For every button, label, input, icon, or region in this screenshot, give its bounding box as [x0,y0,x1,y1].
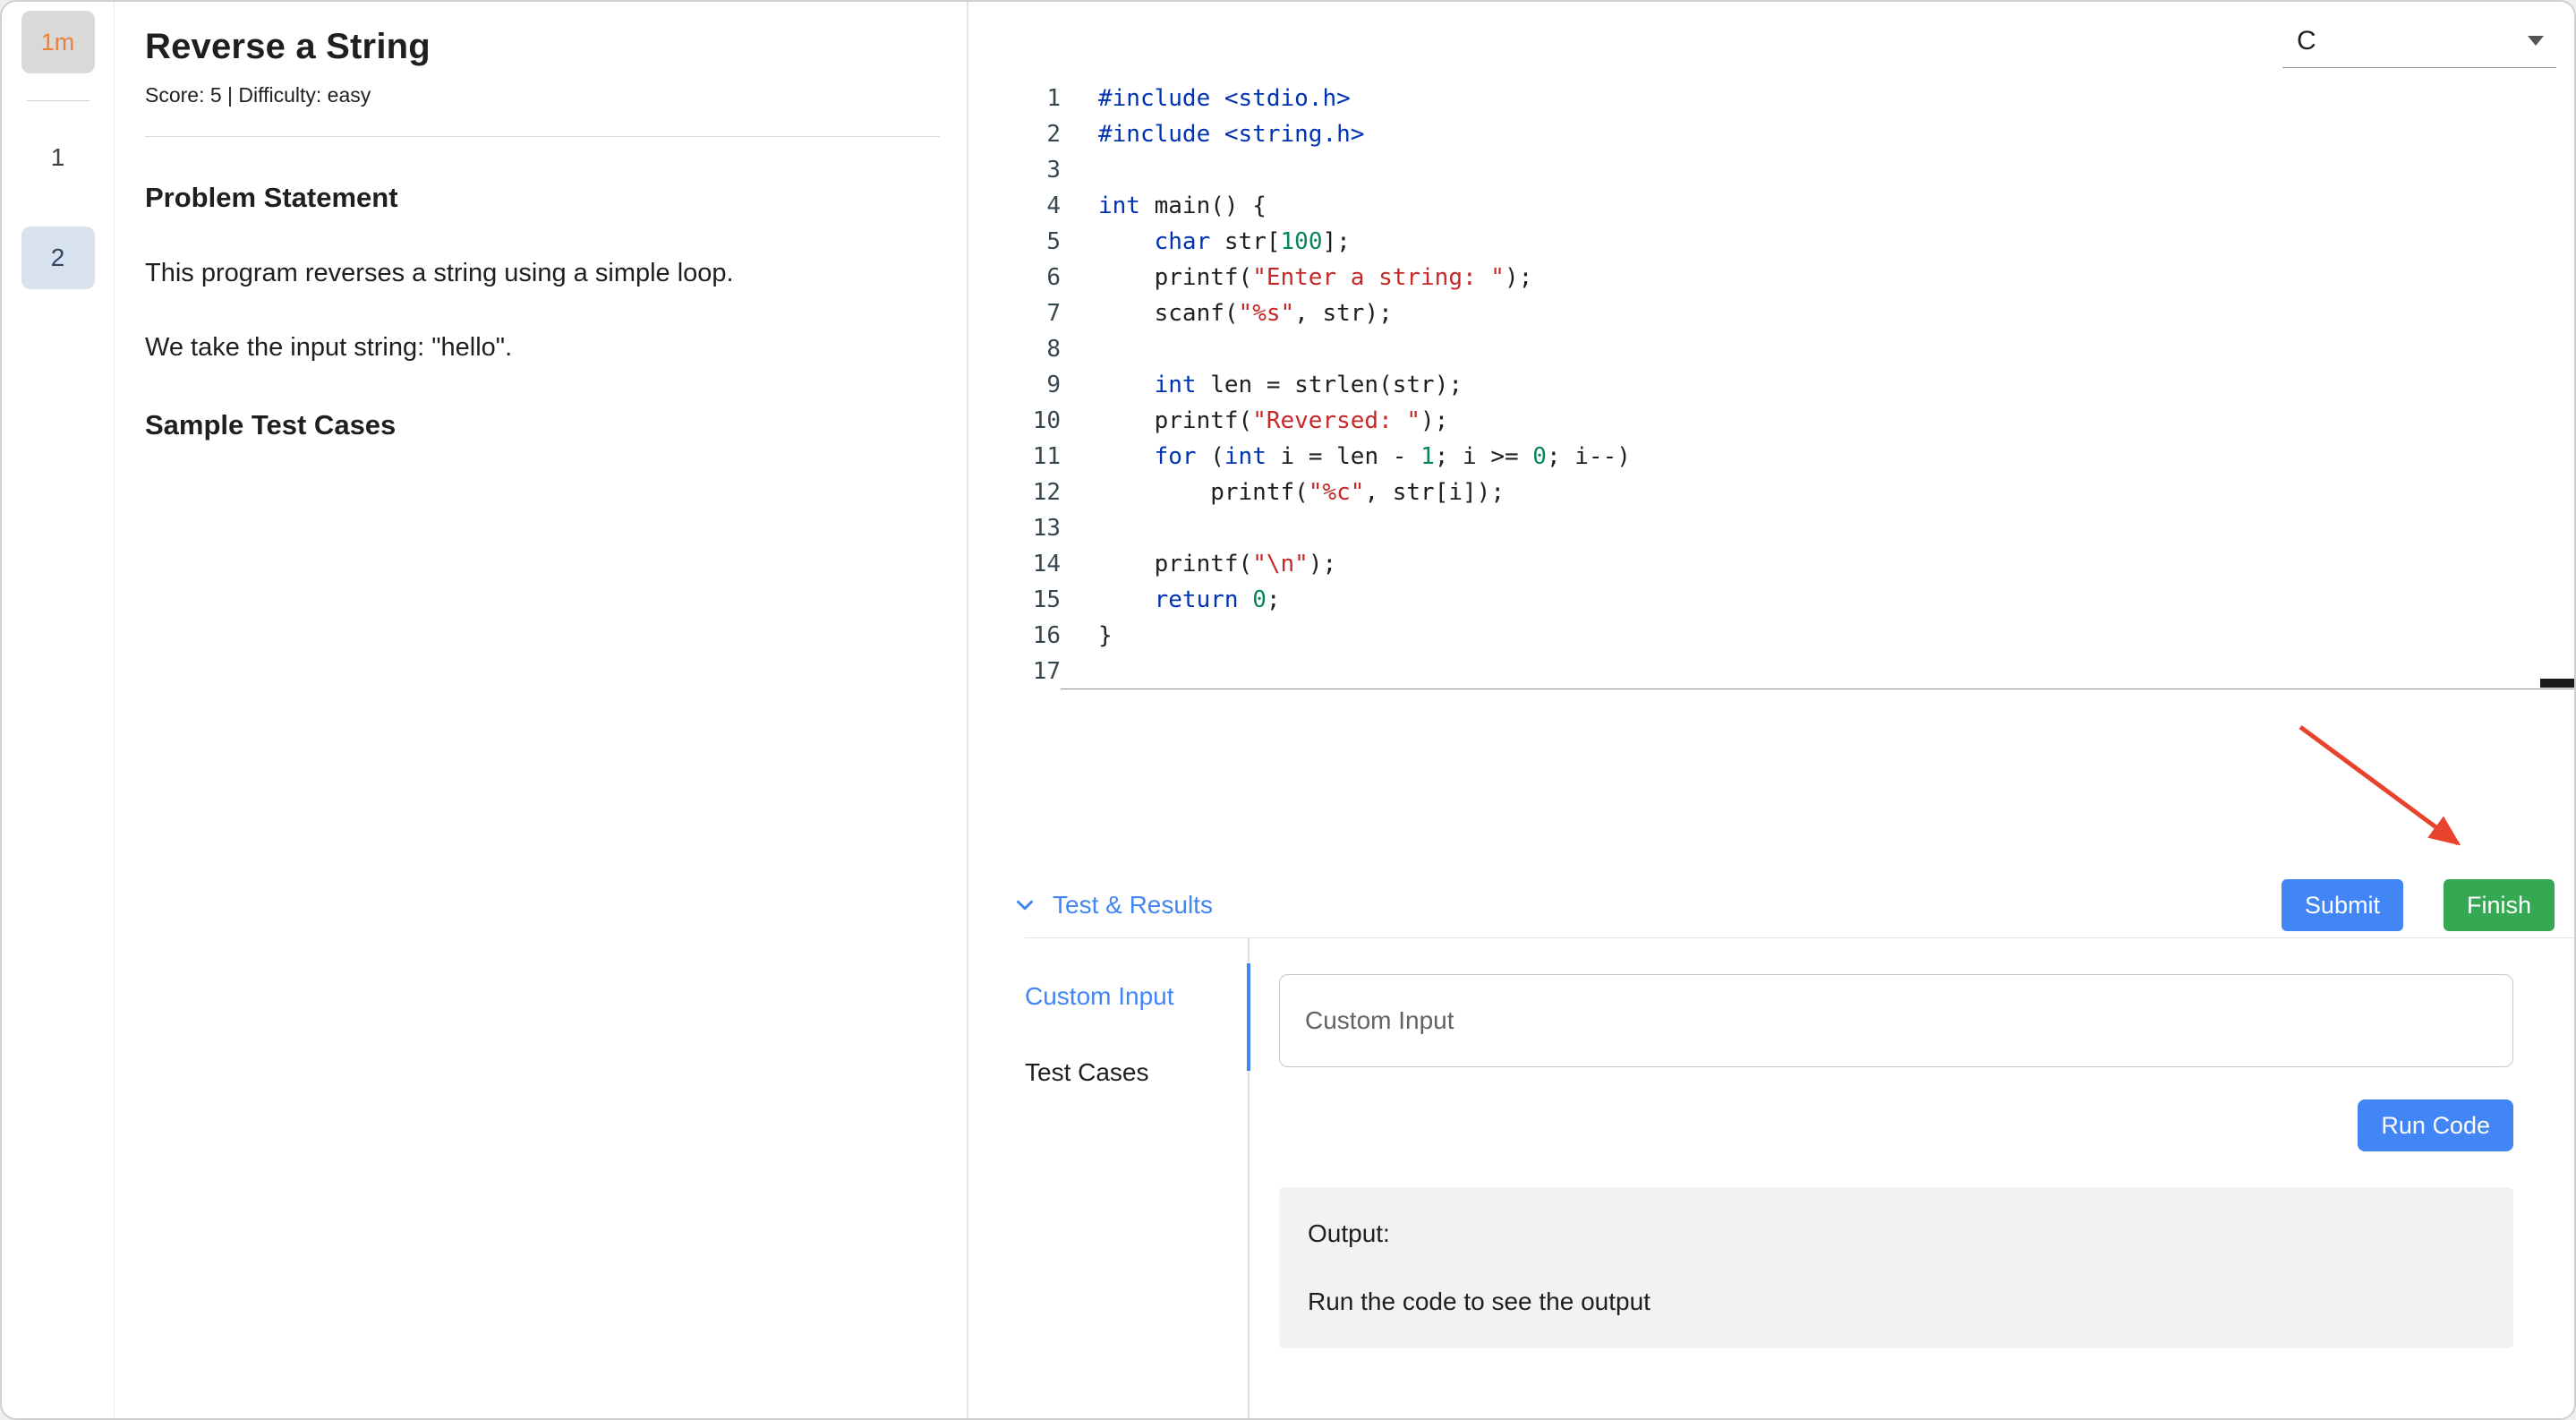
dropdown-caret-icon [2528,36,2544,46]
code-line[interactable]: 4int main() { [968,188,2574,224]
line-number: 12 [968,475,1061,510]
question-list: 12 [21,101,95,289]
code-line[interactable]: 10 printf("Reversed: "); [968,403,2574,439]
line-number: 17 [968,654,1061,689]
divider [145,136,940,137]
language-value: C [2297,26,2316,56]
code-line[interactable]: 5 char str[100]; [968,224,2574,260]
code-line[interactable]: 1#include <stdio.h> [968,81,2574,116]
line-number: 11 [968,439,1061,475]
submit-button[interactable]: Submit [2282,879,2403,931]
line-number: 1 [968,81,1061,116]
language-select[interactable]: C [2282,14,2556,68]
test-panel: Custom Input Test Cases Run Code Output: … [1025,937,2574,1418]
app-window: 1m 12 Reverse a String Score: 5 | Diffic… [0,0,2576,1420]
editor-panel: C 1#include <stdio.h>2#include <string.h… [968,2,2574,1418]
problem-paragraph-1: This program reverses a string using a s… [145,259,940,288]
finish-button[interactable]: Finish [2444,879,2555,931]
line-number: 13 [968,510,1061,546]
code-editor[interactable]: 1#include <stdio.h>2#include <string.h>3… [968,81,2574,689]
editor-toolbar: C [968,2,2574,81]
line-number: 15 [968,582,1061,618]
code-line[interactable]: 3 [968,152,2574,188]
code-line[interactable]: 17 [968,654,2574,689]
line-number: 10 [968,403,1061,439]
code-line[interactable]: 14 printf("\n"); [968,546,2574,582]
code-line[interactable]: 9 int len = strlen(str); [968,367,2574,403]
line-number: 4 [968,188,1061,224]
line-number: 5 [968,224,1061,260]
code-line[interactable]: 6 printf("Enter a string: "); [968,260,2574,295]
test-content: Run Code Output: Run the code to see the… [1250,938,2574,1418]
output-text: Run the code to see the output [1308,1287,2485,1316]
code-lines: 1#include <stdio.h>2#include <string.h>3… [968,81,2574,689]
line-number: 2 [968,116,1061,152]
line-number: 6 [968,260,1061,295]
timer-badge: 1m [21,11,95,73]
page-title: Reverse a String [145,27,940,67]
code-line[interactable]: 7 scanf("%s", str); [968,295,2574,331]
code-line[interactable]: 13 [968,510,2574,546]
question-rail: 1m 12 [2,2,115,1418]
custom-input-field[interactable] [1279,974,2513,1067]
code-line[interactable]: 12 printf("%c", str[i]); [968,475,2574,510]
output-label: Output: [1308,1219,2485,1248]
tab-custom-input[interactable]: Custom Input [1025,974,1248,1019]
line-number: 7 [968,295,1061,331]
problem-panel: Reverse a String Score: 5 | Difficulty: … [115,2,968,1418]
line-number: 3 [968,152,1061,188]
line-number: 9 [968,367,1061,403]
code-line[interactable]: 11 for (int i = len - 1; i >= 0; i--) [968,439,2574,475]
output-panel: Output: Run the code to see the output [1279,1187,2513,1348]
question-2[interactable]: 2 [21,227,95,289]
code-line[interactable]: 2#include <string.h> [968,116,2574,152]
test-results-toggle[interactable]: Test & Results [1011,891,1213,920]
test-tabs: Custom Input Test Cases [1025,938,1250,1418]
line-number: 14 [968,546,1061,582]
question-1[interactable]: 1 [21,126,95,189]
run-code-button[interactable]: Run Code [2358,1099,2513,1151]
tab-test-cases[interactable]: Test Cases [1025,1050,1248,1095]
line-number: 8 [968,331,1061,367]
code-line[interactable]: 8 [968,331,2574,367]
code-line[interactable]: 16} [968,618,2574,654]
sample-test-cases-heading: Sample Test Cases [145,409,940,441]
actions-bar: Test & Results Submit Finish [968,873,2574,937]
problem-statement-heading: Problem Statement [145,182,940,214]
score-difficulty: Score: 5 | Difficulty: easy [145,83,940,107]
editor-scrollbar-thumb[interactable] [2540,679,2574,688]
test-results-label: Test & Results [1053,891,1213,920]
line-number: 16 [968,618,1061,654]
chevron-down-icon [1011,892,1038,919]
code-line[interactable]: 15 return 0; [968,582,2574,618]
problem-paragraph-2: We take the input string: "hello". [145,333,940,363]
